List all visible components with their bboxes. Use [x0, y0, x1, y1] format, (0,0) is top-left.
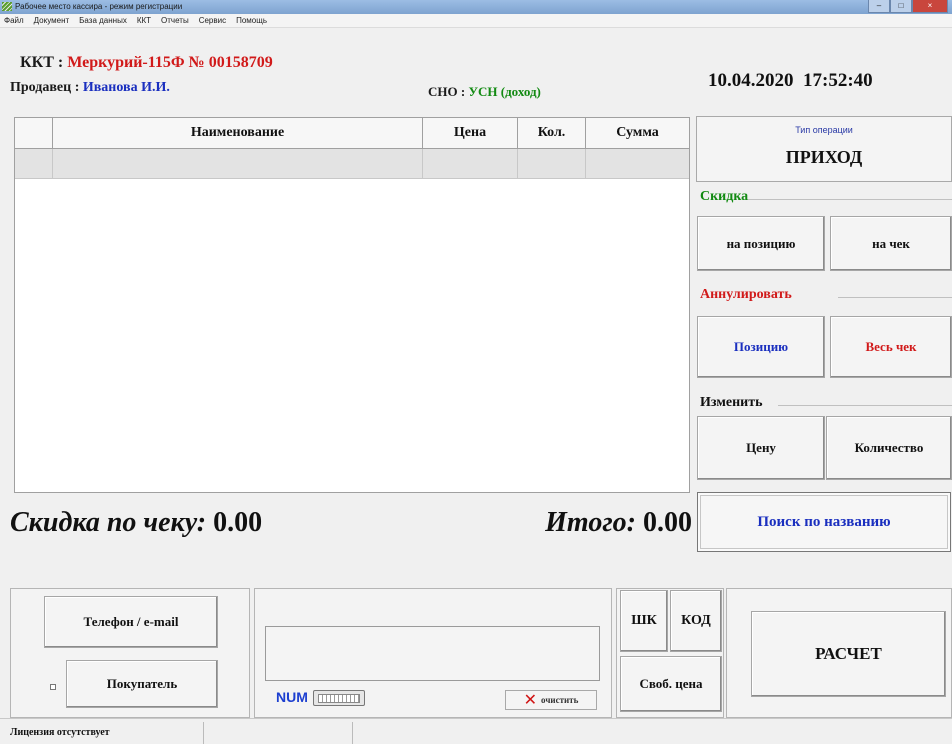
divider	[838, 297, 952, 298]
app-icon	[2, 2, 12, 11]
column-header-quantity[interactable]: Кол.	[518, 118, 586, 148]
divider	[748, 199, 952, 200]
check-total: Итого: 0.00	[545, 507, 692, 539]
menu-help[interactable]: Помощь	[232, 14, 273, 27]
table-row[interactable]	[15, 149, 689, 179]
discount-check-button[interactable]: на чек	[830, 216, 952, 271]
menu-bar: Файл Документ База данных ККТ Отчеты Сер…	[0, 14, 952, 28]
phone-email-button[interactable]: Телефон / e-mail	[44, 596, 218, 648]
discount-section-label: Скидка	[700, 189, 749, 204]
code-button[interactable]: КОД	[670, 590, 722, 652]
divider	[778, 405, 952, 406]
table-cell	[518, 149, 586, 178]
menu-service[interactable]: Сервис	[195, 14, 232, 27]
check-discount-label: Скидка по чеку:	[10, 507, 207, 538]
column-header-marker[interactable]	[15, 118, 53, 148]
num-lock-indicator: NUM	[276, 689, 308, 705]
window-title: Рабочее место кассира - режим регистраци…	[15, 2, 183, 11]
sno-label: СНО :	[428, 84, 466, 99]
table-cell	[53, 149, 423, 178]
change-price-button[interactable]: Цену	[697, 416, 825, 480]
minimize-button[interactable]: –	[868, 0, 890, 13]
title-bar: Рабочее место кассира - режим регистраци…	[0, 0, 952, 14]
totals-bar: Скидка по чеку: 0.00 Итого: 0.00	[10, 494, 692, 556]
operation-type-label: Тип операции	[795, 125, 853, 135]
keyboard-icon[interactable]	[313, 690, 365, 706]
column-header-name[interactable]: Наименование	[53, 118, 423, 148]
buyer-checkbox[interactable]	[50, 684, 56, 690]
maximize-button[interactable]: □	[890, 0, 912, 13]
barcode-button[interactable]: ШК	[620, 590, 668, 652]
code-input[interactable]	[265, 626, 600, 681]
menu-kkt[interactable]: ККТ	[133, 14, 157, 27]
seller-info: Продавец : Иванова И.И.	[10, 80, 170, 96]
seller-label: Продавец :	[10, 80, 80, 95]
menu-file[interactable]: Файл	[0, 14, 30, 27]
operation-type-panel[interactable]: Тип операции ПРИХОД	[696, 116, 952, 182]
column-header-price[interactable]: Цена	[423, 118, 518, 148]
table-cell	[15, 149, 53, 178]
menu-database[interactable]: База данных	[75, 14, 133, 27]
search-by-name-button[interactable]: Поиск по названию	[697, 492, 951, 552]
kkt-label: ККТ :	[20, 54, 64, 71]
pay-button[interactable]: РАСЧЕТ	[751, 611, 946, 697]
total-value: 0.00	[643, 507, 692, 538]
buyer-button[interactable]: Покупатель	[66, 660, 218, 708]
check-discount: Скидка по чеку: 0.00	[10, 507, 262, 539]
status-divider	[203, 722, 204, 744]
kkt-info: ККТ : Меркурий-115Ф № 00158709	[20, 54, 273, 72]
receipt-grid[interactable]: Наименование Цена Кол. Сумма	[14, 117, 690, 493]
status-bar: Лицензия отсутствует	[0, 718, 952, 744]
check-discount-value: 0.00	[213, 507, 263, 538]
close-button[interactable]: ×	[912, 0, 948, 13]
license-status: Лицензия отсутствует	[10, 727, 110, 738]
clear-button[interactable]: ✕ очистить	[505, 690, 597, 710]
cancel-section-label: Аннулировать	[700, 287, 792, 302]
kkt-value: Меркурий-115Ф № 00158709	[67, 54, 273, 71]
status-divider	[352, 722, 353, 744]
time-text: 17:52:40	[803, 70, 873, 91]
clear-button-label: очистить	[541, 695, 579, 705]
menu-reports[interactable]: Отчеты	[157, 14, 195, 27]
clear-x-icon: ✕	[523, 690, 538, 709]
operation-type-value: ПРИХОД	[785, 147, 863, 167]
change-quantity-button[interactable]: Количество	[826, 416, 952, 480]
sno-value: УСН (доход)	[468, 84, 541, 99]
free-price-button[interactable]: Своб. цена	[620, 656, 722, 712]
seller-value: Иванова И.И.	[82, 80, 170, 95]
tax-system-info: СНО : УСН (доход)	[428, 84, 541, 100]
change-section-label: Изменить	[700, 395, 763, 410]
date-text: 10.04.2020	[708, 70, 794, 91]
menu-document[interactable]: Документ	[30, 14, 76, 27]
total-label: Итого:	[545, 507, 636, 538]
discount-item-button[interactable]: на позицию	[697, 216, 825, 271]
column-header-sum[interactable]: Сумма	[586, 118, 689, 148]
datetime: 10.04.2020 17:52:40	[708, 70, 873, 92]
table-cell	[586, 149, 689, 178]
cancel-item-button[interactable]: Позицию	[697, 316, 825, 378]
grid-header: Наименование Цена Кол. Сумма	[15, 118, 689, 149]
cancel-check-button[interactable]: Весь чек	[830, 316, 952, 378]
table-cell	[423, 149, 518, 178]
